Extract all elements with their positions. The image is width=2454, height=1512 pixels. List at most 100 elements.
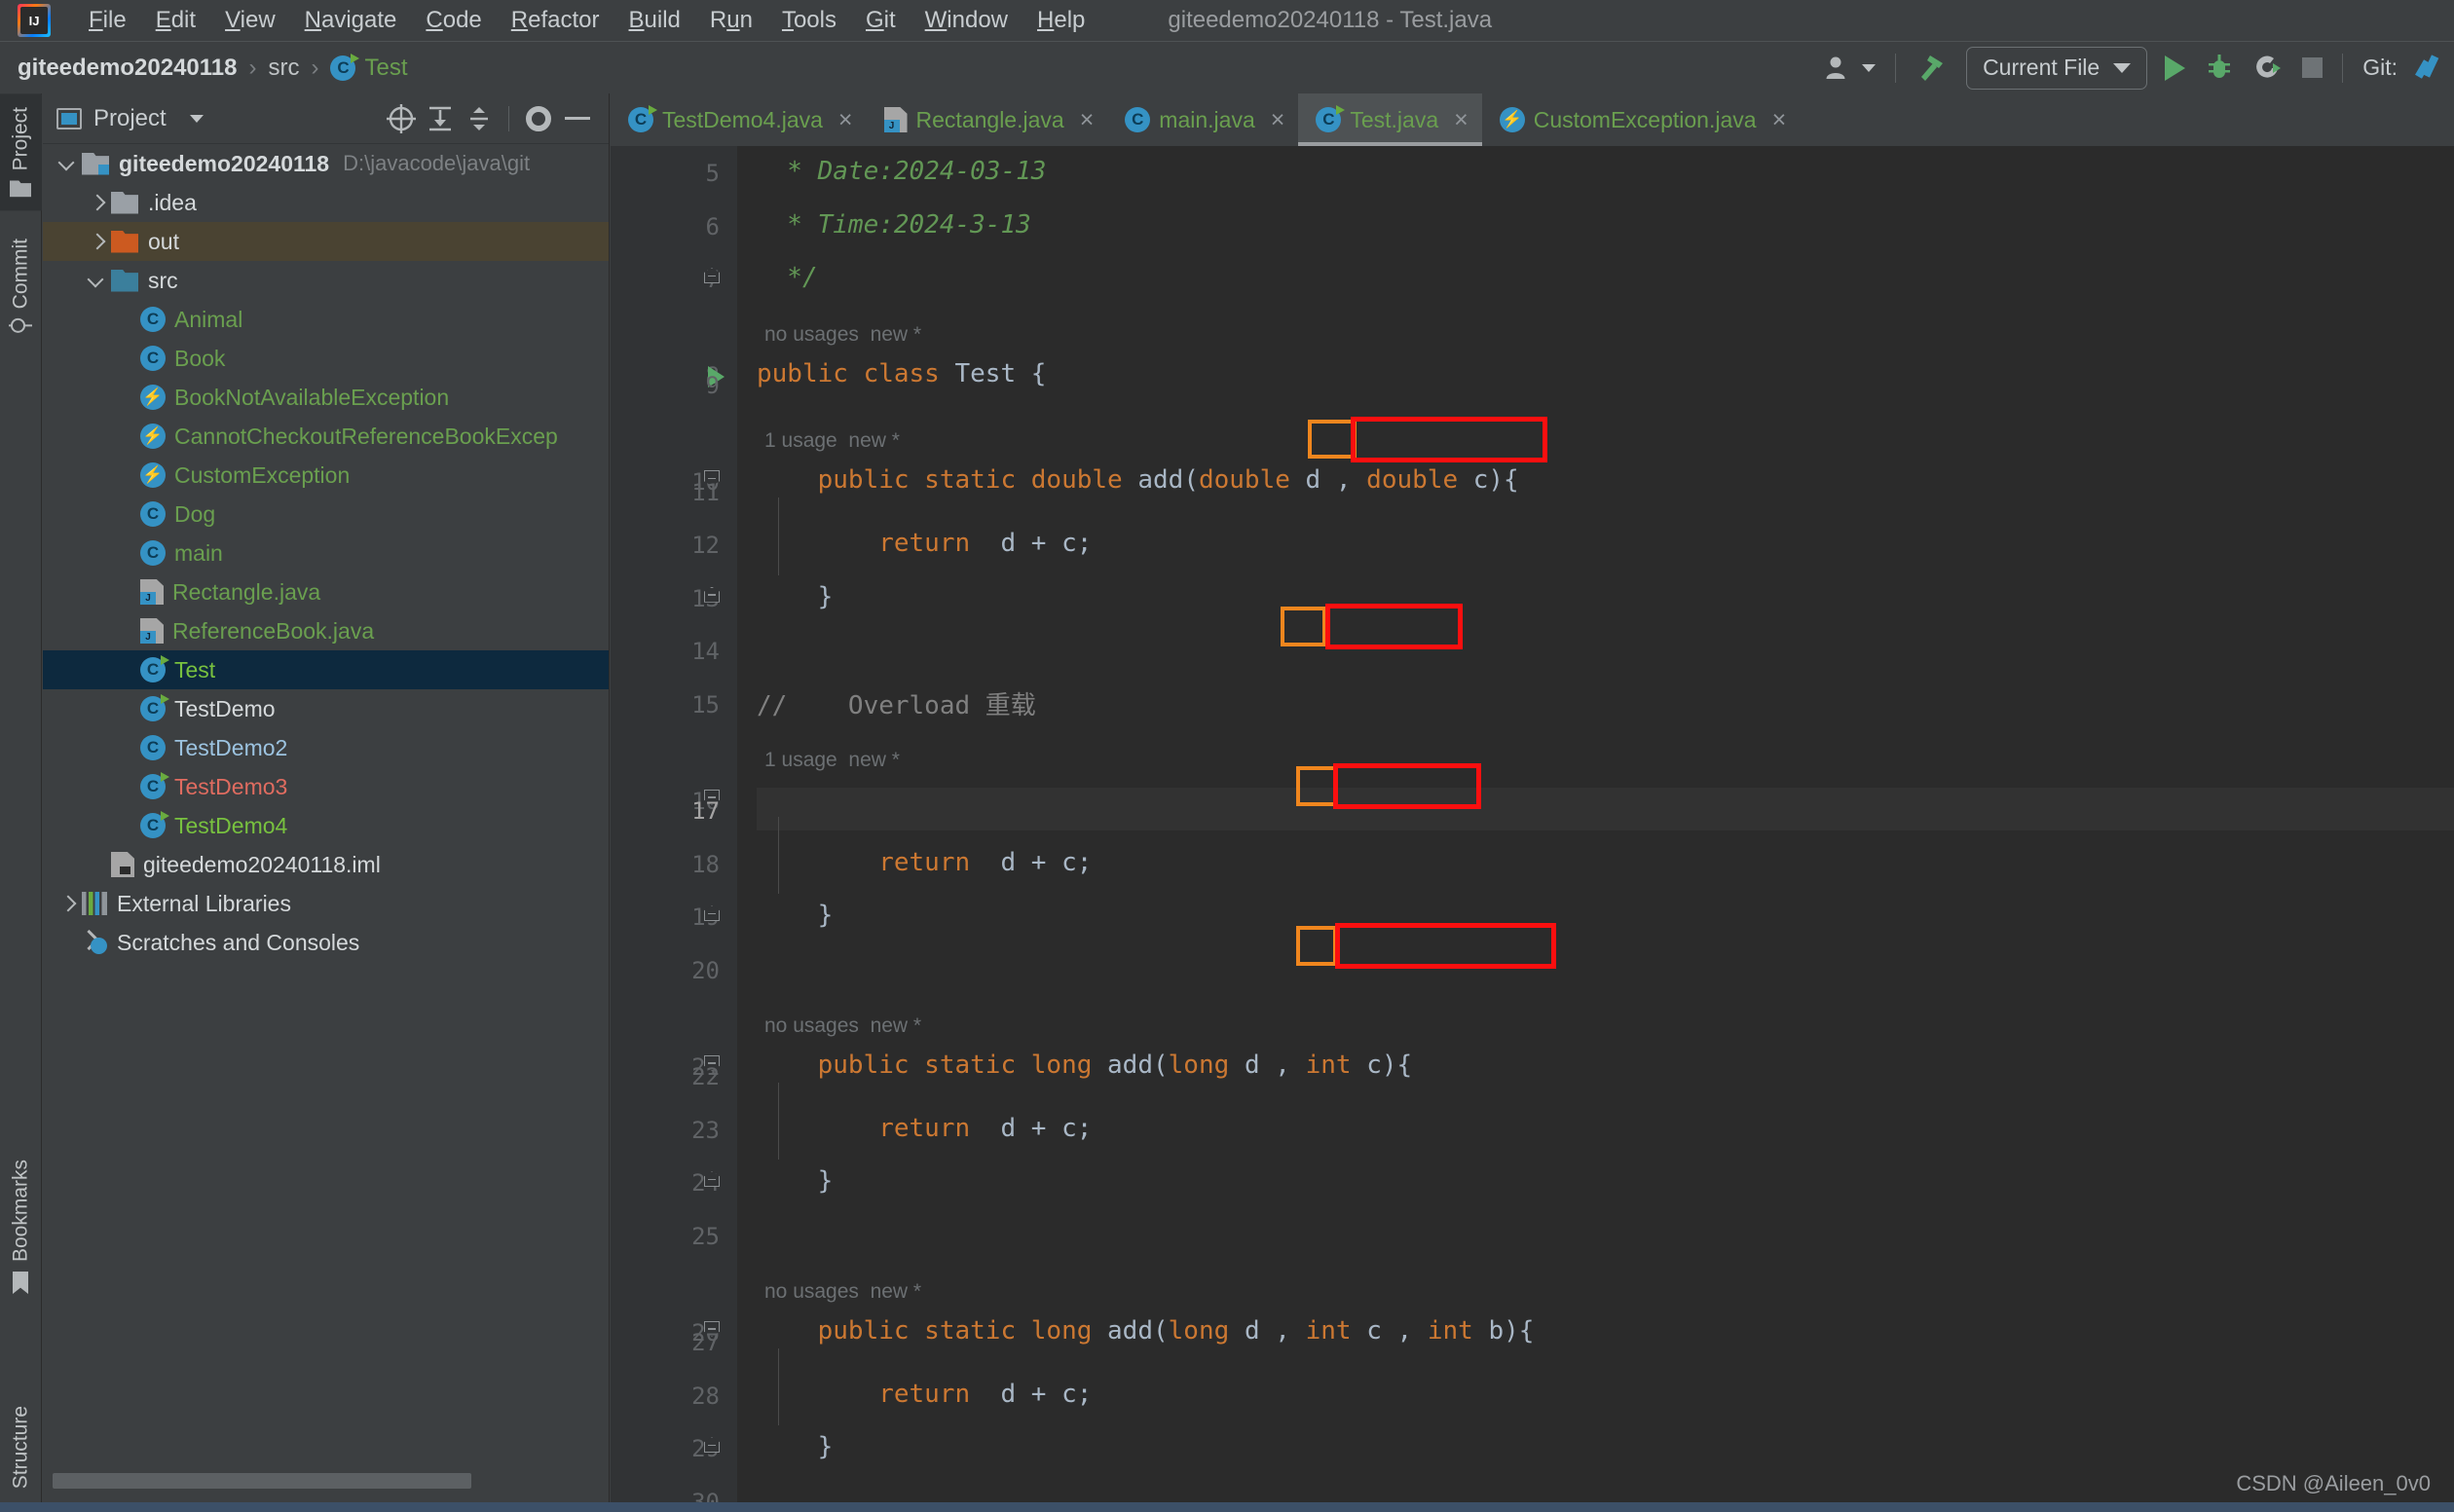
tree-node-dog[interactable]: C Dog bbox=[43, 495, 609, 534]
code-editor[interactable]: 5678910111213141516171819202122232425262… bbox=[611, 146, 2454, 1512]
tree-node-testdemo[interactable]: C TestDemo bbox=[43, 689, 609, 728]
editor-code-area[interactable]: * Date:2024-03-13 * Time:2024-3-13 */ no … bbox=[737, 146, 2454, 1512]
code-line-9[interactable] bbox=[757, 362, 2454, 405]
code-line-29[interactable]: } bbox=[757, 1425, 2454, 1468]
project-panel-horizontal-scrollbar[interactable] bbox=[53, 1473, 578, 1489]
select-opened-file-button[interactable] bbox=[384, 101, 419, 136]
menu-item-git[interactable]: Git bbox=[851, 0, 911, 41]
code-line-19[interactable]: } bbox=[757, 894, 2454, 937]
stripe-button-structure[interactable]: Structure bbox=[0, 1392, 42, 1502]
menu-item-code[interactable]: Code bbox=[411, 0, 496, 41]
code-line-12[interactable]: return d + c; bbox=[757, 522, 2454, 565]
fold-toggle-icon[interactable] bbox=[704, 1171, 725, 1193]
debug-button[interactable] bbox=[2195, 49, 2244, 88]
code-line-18[interactable]: return d + c; bbox=[757, 841, 2454, 884]
close-icon[interactable]: × bbox=[1454, 107, 1469, 132]
build-button[interactable] bbox=[1906, 49, 1958, 88]
menu-item-edit[interactable]: Edit bbox=[141, 0, 210, 41]
menu-item-build[interactable]: Build bbox=[614, 0, 695, 41]
tree-node-giteedemo20240118[interactable]: giteedemo20240118 D:\javacode\java\git bbox=[43, 144, 609, 183]
tree-node-rectangle-java[interactable]: Rectangle.java bbox=[43, 572, 609, 611]
editor-tab-test-java[interactable]: C Test.java × bbox=[1298, 93, 1483, 146]
code-line-22[interactable] bbox=[757, 1053, 2454, 1096]
git-update-button[interactable] bbox=[2407, 49, 2450, 88]
code-line-6[interactable]: * Time:2024-3-13 bbox=[757, 203, 2454, 246]
code-line-24[interactable]: } bbox=[757, 1160, 2454, 1202]
menu-item-navigate[interactable]: Navigate bbox=[290, 0, 412, 41]
code-line-7[interactable]: */ bbox=[757, 256, 2454, 299]
inlay-hint[interactable]: no usages new * bbox=[764, 1280, 921, 1304]
project-tree[interactable]: giteedemo20240118 D:\javacode\java\git .id… bbox=[43, 144, 609, 1458]
scrollbar-thumb[interactable] bbox=[53, 1473, 471, 1489]
code-line-28[interactable]: return d + c; bbox=[757, 1373, 2454, 1416]
fold-toggle-icon[interactable] bbox=[704, 268, 725, 289]
stripe-button-commit[interactable]: Commit bbox=[0, 225, 42, 346]
tree-node-scratches-and-consoles[interactable]: Scratches and Consoles bbox=[43, 923, 609, 962]
inlay-hint[interactable]: 1 usage new * bbox=[764, 429, 900, 453]
tree-node-book[interactable]: C Book bbox=[43, 339, 609, 378]
user-account-button[interactable] bbox=[1815, 49, 1885, 88]
hide-panel-minus-icon[interactable] bbox=[565, 117, 590, 120]
code-line-14[interactable] bbox=[757, 628, 2454, 671]
chevron-right-icon[interactable] bbox=[86, 231, 107, 252]
menu-item-tools[interactable]: Tools bbox=[767, 0, 851, 41]
close-icon[interactable]: × bbox=[838, 107, 853, 132]
tree-node-out[interactable]: out bbox=[43, 222, 609, 261]
stop-button[interactable] bbox=[2292, 49, 2332, 88]
close-icon[interactable]: × bbox=[1271, 107, 1285, 132]
tree-node--idea[interactable]: .idea bbox=[43, 183, 609, 222]
fold-toggle-icon[interactable] bbox=[704, 905, 725, 927]
close-icon[interactable]: × bbox=[1080, 107, 1095, 132]
editor-tab-main-java[interactable]: Cmain.java × bbox=[1107, 93, 1298, 146]
gear-settings-icon[interactable] bbox=[526, 105, 551, 131]
chevron-down-icon[interactable] bbox=[86, 270, 107, 291]
code-line-13[interactable]: } bbox=[757, 575, 2454, 618]
inlay-hint[interactable]: no usages new * bbox=[764, 1014, 921, 1038]
expand-all-button[interactable] bbox=[423, 101, 458, 136]
tree-node-test[interactable]: C Test bbox=[43, 650, 609, 689]
tree-node-testdemo2[interactable]: C TestDemo2 bbox=[43, 728, 609, 767]
chevron-right-icon[interactable] bbox=[86, 192, 107, 213]
chevron-down-icon[interactable] bbox=[189, 114, 204, 123]
stripe-button-bookmarks[interactable]: Bookmarks bbox=[0, 1146, 42, 1308]
run-with-coverage-button[interactable] bbox=[2244, 49, 2292, 88]
fold-toggle-icon[interactable] bbox=[704, 586, 725, 608]
code-line-20[interactable] bbox=[757, 947, 2454, 990]
tree-node-testdemo4[interactable]: C TestDemo4 bbox=[43, 806, 609, 845]
chevron-down-icon[interactable] bbox=[56, 153, 78, 174]
close-icon[interactable]: × bbox=[1772, 107, 1787, 132]
run-button[interactable] bbox=[2155, 49, 2195, 88]
chevron-right-icon[interactable] bbox=[56, 893, 78, 914]
run-configuration-select[interactable]: Current File bbox=[1966, 46, 2148, 90]
tree-node-testdemo3[interactable]: C TestDemo3 bbox=[43, 767, 609, 806]
tree-node-main[interactable]: Cmain bbox=[43, 534, 609, 572]
code-line-25[interactable] bbox=[757, 1213, 2454, 1256]
menu-item-refactor[interactable]: Refactor bbox=[497, 0, 614, 41]
inlay-hint[interactable]: no usages new * bbox=[764, 323, 921, 347]
editor-gutter[interactable]: 5678910111213141516171819202122232425262… bbox=[611, 146, 737, 1512]
tree-node-giteedemo20240118-iml[interactable]: giteedemo20240118.iml bbox=[43, 845, 609, 884]
code-line-27[interactable] bbox=[757, 1319, 2454, 1362]
menu-item-run[interactable]: Run bbox=[695, 0, 767, 41]
collapse-all-button[interactable] bbox=[462, 101, 497, 136]
editor-tab-customexception-java[interactable]: ⚡ CustomException.java × bbox=[1482, 93, 1800, 146]
menu-item-help[interactable]: Help bbox=[1022, 0, 1099, 41]
code-line-17[interactable] bbox=[757, 788, 2454, 831]
tree-node-cannotcheckoutreferencebookexcep[interactable]: ⚡ CannotCheckoutReferenceBookExcep bbox=[43, 417, 609, 456]
code-line-11[interactable] bbox=[757, 469, 2454, 512]
code-line-23[interactable]: return d + c; bbox=[757, 1107, 2454, 1150]
menu-item-window[interactable]: Window bbox=[911, 0, 1022, 41]
breadcrumb-project[interactable]: giteedemo20240118 bbox=[18, 55, 237, 82]
tree-node-customexception[interactable]: ⚡ CustomException bbox=[43, 456, 609, 495]
tree-node-booknotavailableexception[interactable]: ⚡ BookNotAvailableException bbox=[43, 378, 609, 417]
editor-tab-rectangle-java[interactable]: Rectangle.java × bbox=[867, 93, 1108, 146]
stripe-button-project[interactable]: Project bbox=[0, 93, 42, 211]
fold-toggle-icon[interactable] bbox=[704, 1437, 725, 1458]
breadcrumb-test[interactable]: Test bbox=[364, 55, 407, 82]
menu-item-view[interactable]: View bbox=[210, 0, 290, 41]
menu-item-file[interactable]: File bbox=[74, 0, 141, 41]
tree-node-referencebook-java[interactable]: ReferenceBook.java bbox=[43, 611, 609, 650]
tree-node-animal[interactable]: C Animal bbox=[43, 300, 609, 339]
editor-tab-testdemo4-java[interactable]: C TestDemo4.java × bbox=[611, 93, 867, 146]
breadcrumb-src[interactable]: src bbox=[268, 55, 299, 82]
